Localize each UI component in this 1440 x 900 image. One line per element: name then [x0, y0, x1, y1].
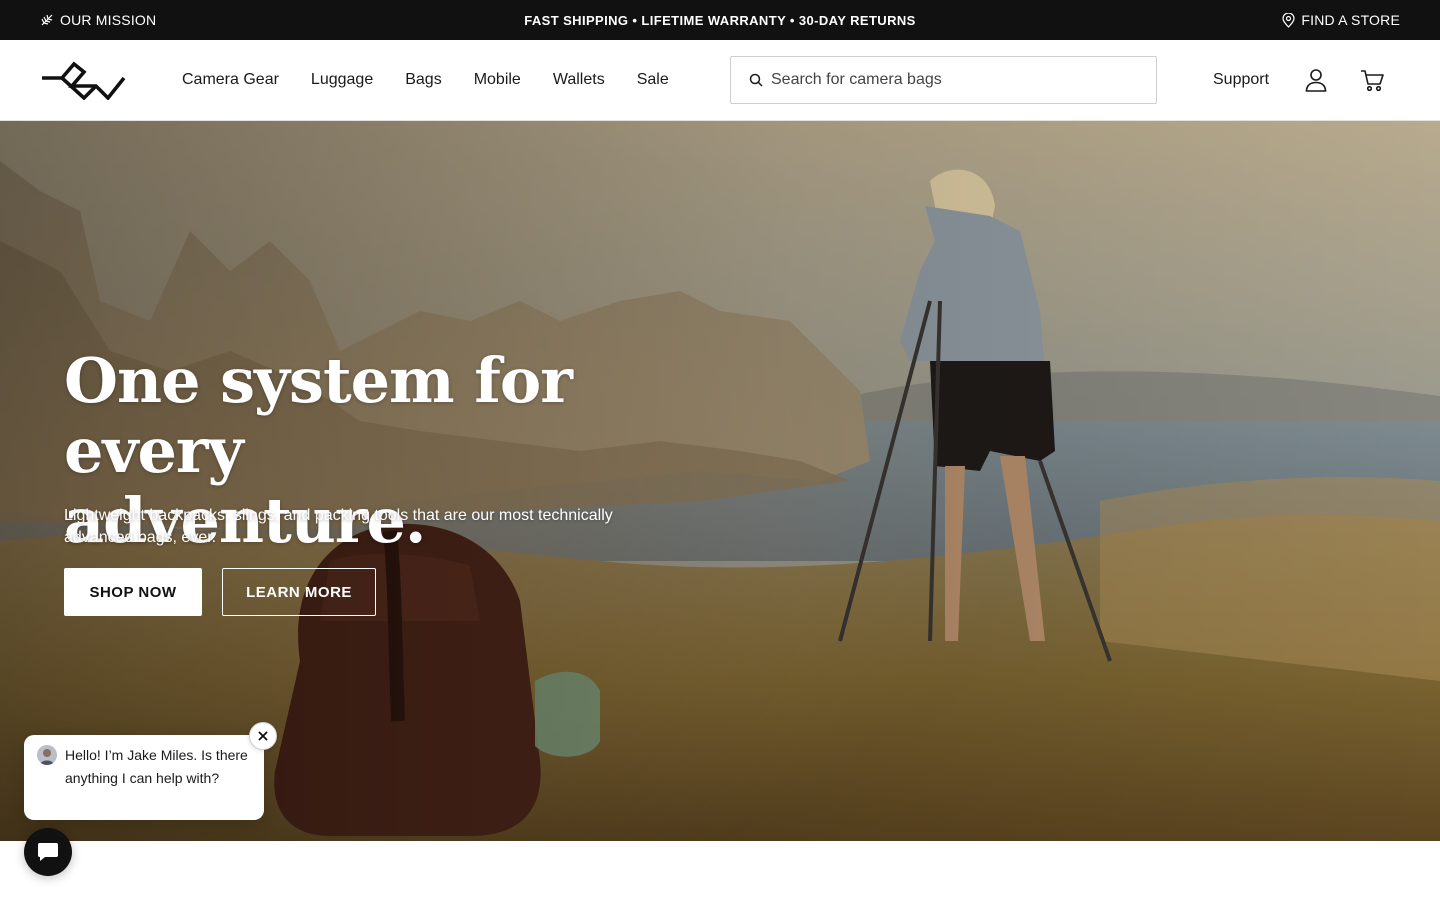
- nav-luggage[interactable]: Luggage: [295, 71, 389, 89]
- promo-text: FAST SHIPPING • LIFETIME WARRANTY • 30-D…: [524, 12, 916, 28]
- nav-camera-gear[interactable]: Camera Gear: [166, 71, 295, 89]
- nav-wallets[interactable]: Wallets: [537, 71, 621, 89]
- support-link[interactable]: Support: [1213, 40, 1269, 120]
- learn-more-button[interactable]: LEARN MORE: [222, 568, 376, 616]
- hero-subtitle: Lightweight backpacks, slings, and packi…: [64, 507, 613, 546]
- mission-leaf-icon: [41, 14, 53, 26]
- brand-logo[interactable]: [40, 60, 126, 100]
- chat-agent-avatar: [37, 745, 57, 765]
- announcement-bar: OUR MISSION FAST SHIPPING • LIFETIME WAR…: [0, 0, 1440, 40]
- nav-mobile[interactable]: Mobile: [458, 71, 537, 89]
- shop-now-button[interactable]: SHOP NOW: [64, 568, 202, 616]
- hero-banner: One system for every adventure. Lightwei…: [0, 121, 1440, 841]
- account-icon[interactable]: [1303, 67, 1329, 93]
- chat-launcher-button[interactable]: [24, 828, 72, 876]
- nav-sale[interactable]: Sale: [621, 71, 685, 89]
- chat-icon: [38, 843, 58, 861]
- hero-title-line1: One system for every: [64, 344, 573, 487]
- our-mission-label: OUR MISSION: [60, 12, 157, 28]
- find-a-store-label: FIND A STORE: [1301, 12, 1400, 28]
- find-a-store-link[interactable]: FIND A STORE: [1282, 0, 1400, 40]
- chat-close-button[interactable]: [249, 722, 277, 750]
- search-input[interactable]: [771, 71, 1131, 89]
- nav-bags[interactable]: Bags: [389, 71, 457, 89]
- search-icon: [749, 73, 763, 87]
- main-nav: Camera Gear Luggage Bags Mobile Wallets …: [166, 40, 685, 120]
- location-pin-icon: [1282, 12, 1295, 28]
- site-header: Camera Gear Luggage Bags Mobile Wallets …: [0, 40, 1440, 121]
- cart-icon[interactable]: [1359, 67, 1385, 93]
- chat-message-text: Hello! I’m Jake Miles. Is there anything…: [65, 747, 248, 786]
- close-icon: [258, 731, 268, 741]
- search-box[interactable]: [730, 56, 1157, 104]
- our-mission-link[interactable]: OUR MISSION: [40, 0, 156, 40]
- chat-message-bubble[interactable]: Hello! I’m Jake Miles. Is there anything…: [24, 735, 264, 820]
